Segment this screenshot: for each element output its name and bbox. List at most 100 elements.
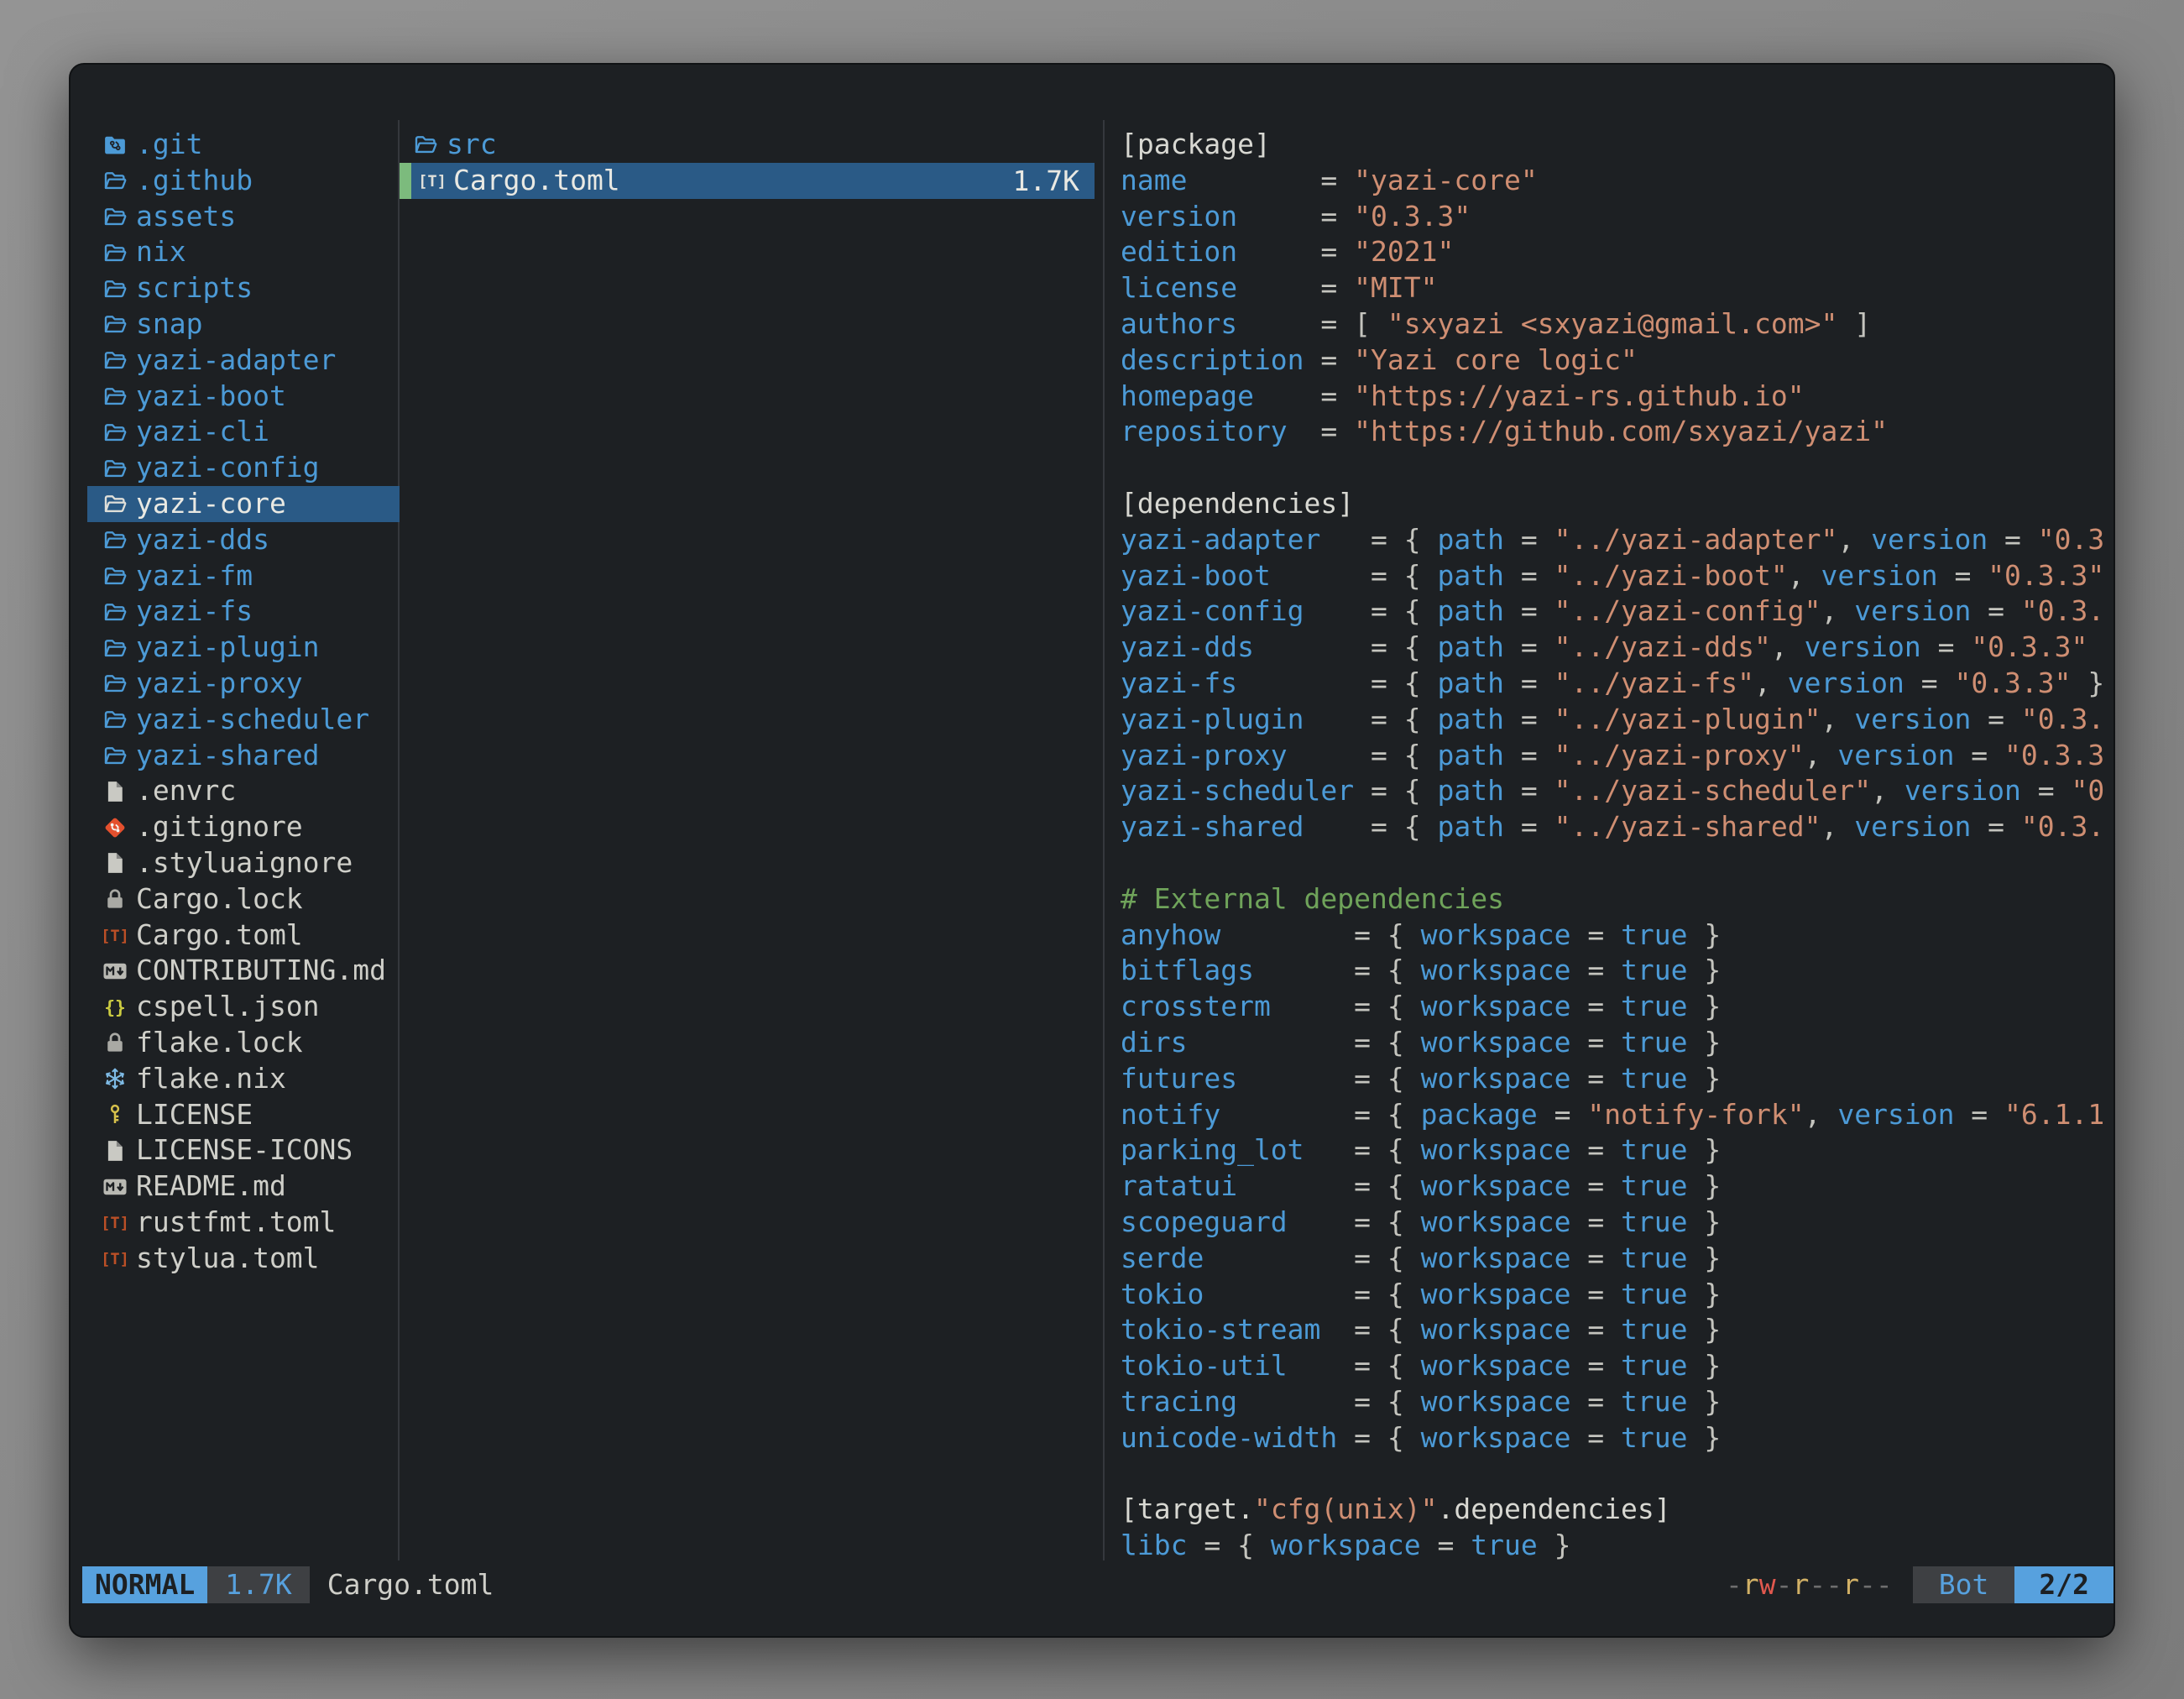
- sidebar-item-yazi-boot[interactable]: yazi-boot: [87, 379, 400, 415]
- permission-char: w: [1759, 1566, 1776, 1603]
- permission-char: -: [1826, 1566, 1842, 1603]
- file-icon: [102, 1138, 128, 1163]
- sidebar-item-yazi-proxy[interactable]: yazi-proxy: [87, 666, 400, 702]
- preview-line: ratatui = { workspace = true }: [1121, 1168, 2113, 1205]
- sidebar-item-label: .envrc: [136, 773, 236, 809]
- file-permissions: -rw-r--r--: [1726, 1566, 1893, 1603]
- file-size-badge: 1.7K: [207, 1566, 309, 1603]
- preview-line: yazi-adapter = { path = "../yazi-adapter…: [1121, 522, 2113, 558]
- preview-line: yazi-scheduler = { path = "../yazi-sched…: [1121, 773, 2113, 809]
- sidebar-item-yazi-shared[interactable]: yazi-shared: [87, 738, 400, 774]
- sidebar-item-yazi-fm[interactable]: yazi-fm: [87, 558, 400, 594]
- toml-icon: [T]: [420, 168, 445, 193]
- svg-text:[T]: [T]: [102, 1215, 128, 1232]
- sidebar-item-label: flake.nix: [136, 1061, 286, 1097]
- sidebar-item-label: yazi-fm: [136, 558, 253, 594]
- sidebar-item-flake.lock[interactable]: flake.lock: [87, 1025, 400, 1061]
- sidebar-item-stylua.toml[interactable]: [T]stylua.toml: [87, 1241, 400, 1277]
- sidebar-item-rustfmt.toml[interactable]: [T]rustfmt.toml: [87, 1205, 400, 1241]
- yazi-window: .git.githubassetsnixscriptssnapyazi-adap…: [69, 63, 2115, 1638]
- preview-line: unicode-width = { workspace = true }: [1121, 1420, 2113, 1456]
- sidebar-item-.envrc[interactable]: .envrc: [87, 773, 400, 809]
- preview-line: authors = [ "sxyazi <sxyazi@gmail.com>" …: [1121, 306, 2113, 342]
- sidebar-item-nix[interactable]: nix: [87, 234, 400, 270]
- preview-line: [package]: [1121, 127, 2113, 163]
- preview-line: anyhow = { workspace = true }: [1121, 917, 2113, 954]
- folder-open-icon: [102, 348, 128, 373]
- status-filename: Cargo.toml: [327, 1566, 494, 1603]
- current-item-cargo.toml[interactable]: [T] Cargo.toml 1.7K: [400, 163, 1095, 199]
- permission-char: -: [1876, 1566, 1893, 1603]
- git-folder-icon: [102, 132, 128, 157]
- sidebar-item-label: .github: [136, 163, 253, 199]
- sidebar-item-.styluaignore[interactable]: .styluaignore: [87, 845, 400, 881]
- preview-line: crossterm = { workspace = true }: [1121, 989, 2113, 1025]
- sidebar-item-contributing.md[interactable]: CONTRIBUTING.md: [87, 953, 400, 989]
- sidebar-item-yazi-config[interactable]: yazi-config: [87, 450, 400, 486]
- file-preview-pane: [package]name = "yazi-core"version = "0.…: [1121, 127, 2113, 1564]
- sidebar-item-license-icons[interactable]: LICENSE-ICONS: [87, 1132, 400, 1168]
- sidebar-item-readme.md[interactable]: README.md: [87, 1168, 400, 1205]
- parent-directory-pane: .git.githubassetsnixscriptssnapyazi-adap…: [87, 127, 400, 1277]
- preview-line: tokio-util = { workspace = true }: [1121, 1348, 2113, 1384]
- sidebar-item-yazi-cli[interactable]: yazi-cli: [87, 414, 400, 450]
- sidebar-item-yazi-scheduler[interactable]: yazi-scheduler: [87, 702, 400, 738]
- preview-line: description = "Yazi core logic": [1121, 342, 2113, 379]
- folder-open-icon: [413, 132, 438, 157]
- folder-open-icon: [102, 743, 128, 768]
- current-item-label: Cargo.toml: [453, 163, 620, 199]
- preview-line: homepage = "https://yazi-rs.github.io": [1121, 379, 2113, 415]
- cursor-counter-badge: 2/2: [2014, 1566, 2113, 1603]
- sidebar-item-snap[interactable]: snap: [87, 306, 400, 342]
- folder-open-icon: [102, 204, 128, 229]
- status-bar: NORMAL 1.7K Cargo.toml -rw-r--r-- Bot 2/…: [71, 1566, 2113, 1603]
- sidebar-item-label: .git: [136, 127, 202, 163]
- sidebar-item-cargo.toml[interactable]: [T]Cargo.toml: [87, 917, 400, 954]
- sidebar-item-label: flake.lock: [136, 1025, 303, 1061]
- sidebar-item-cspell.json[interactable]: {}cspell.json: [87, 989, 400, 1025]
- sidebar-item-scripts[interactable]: scripts: [87, 270, 400, 306]
- sidebar-item-.github[interactable]: .github: [87, 163, 400, 199]
- preview-line: notify = { package = "notify-fork", vers…: [1121, 1097, 2113, 1133]
- permission-char: -: [1726, 1566, 1742, 1603]
- sidebar-item-label: README.md: [136, 1168, 286, 1205]
- sidebar-item-label: assets: [136, 199, 236, 235]
- sidebar-item-label: yazi-core: [136, 486, 286, 522]
- preview-line: license = "MIT": [1121, 270, 2113, 306]
- svg-text:[T]: [T]: [102, 1251, 128, 1268]
- sidebar-item-label: yazi-config: [136, 450, 320, 486]
- sidebar-item-yazi-core[interactable]: yazi-core: [87, 486, 400, 522]
- sidebar-item-.gitignore[interactable]: .gitignore: [87, 809, 400, 845]
- sidebar-item-license[interactable]: LICENSE: [87, 1097, 400, 1133]
- pane-separator-right: [1103, 120, 1105, 1560]
- sidebar-item-yazi-fs[interactable]: yazi-fs: [87, 593, 400, 630]
- sidebar-item-flake.nix[interactable]: flake.nix: [87, 1061, 400, 1097]
- preview-line: [1121, 450, 2113, 486]
- svg-text:{}: {}: [104, 997, 126, 1018]
- sidebar-item-yazi-plugin[interactable]: yazi-plugin: [87, 630, 400, 666]
- permission-char: r: [1793, 1566, 1810, 1603]
- folder-open-icon: [102, 491, 128, 516]
- sidebar-item-label: Cargo.toml: [136, 917, 303, 954]
- preview-line: serde = { workspace = true }: [1121, 1241, 2113, 1277]
- sidebar-item-yazi-dds[interactable]: yazi-dds: [87, 522, 400, 558]
- sidebar-item-assets[interactable]: assets: [87, 199, 400, 235]
- preview-line: [dependencies]: [1121, 486, 2113, 522]
- folder-open-icon: [102, 384, 128, 409]
- sidebar-item-cargo.lock[interactable]: Cargo.lock: [87, 881, 400, 917]
- folder-open-icon: [102, 671, 128, 696]
- preview-line: bitflags = { workspace = true }: [1121, 953, 2113, 989]
- toml-icon: [T]: [102, 1210, 128, 1235]
- snowflake-icon: [102, 1066, 128, 1091]
- sidebar-item-label: LICENSE-ICONS: [136, 1132, 353, 1168]
- preview-line: yazi-fs = { path = "../yazi-fs", version…: [1121, 666, 2113, 702]
- current-item-src[interactable]: src: [400, 127, 1095, 163]
- folder-open-icon: [102, 311, 128, 337]
- file-size: 1.7K: [1013, 165, 1095, 197]
- sidebar-item-.git[interactable]: .git: [87, 127, 400, 163]
- sidebar-item-yazi-adapter[interactable]: yazi-adapter: [87, 342, 400, 379]
- preview-line: yazi-dds = { path = "../yazi-dds", versi…: [1121, 630, 2113, 666]
- preview-line: yazi-boot = { path = "../yazi-boot", ver…: [1121, 558, 2113, 594]
- folder-open-icon: [102, 456, 128, 481]
- sidebar-item-label: yazi-dds: [136, 522, 269, 558]
